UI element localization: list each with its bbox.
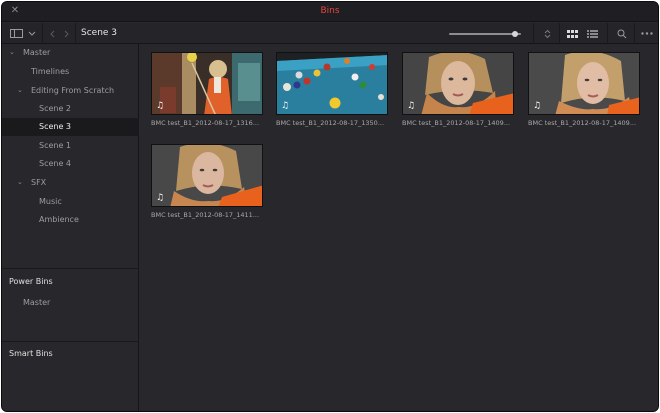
bin-master[interactable]: ⌄ Master xyxy=(2,44,139,62)
clip-thumbnail[interactable]: ♫ BMC test_B1_2012-08-17_1411... xyxy=(151,144,263,224)
clip-name: BMC test_B1_2012-08-17_1350... xyxy=(276,119,385,127)
thumbnail-view-icon[interactable] xyxy=(565,23,579,44)
forward-arrow-icon[interactable] xyxy=(60,23,72,44)
bin-label: Scene 3 xyxy=(39,122,72,131)
clip-thumbnail[interactable]: ♫ BMC test_B1_2012-08-17_1316... xyxy=(151,52,263,132)
audio-icon: ♫ xyxy=(156,101,165,111)
bin-scene-4[interactable]: Scene 4 xyxy=(2,155,139,173)
audio-icon: ♫ xyxy=(281,101,290,111)
chevron-down-icon[interactable]: ⌄ xyxy=(17,86,25,94)
clip-preview: ♫ xyxy=(151,52,263,115)
bin-label: Editing From Scratch xyxy=(31,86,115,95)
bin-label: Timelines xyxy=(31,67,70,76)
bin-label: Ambience xyxy=(39,215,79,224)
clip-name: BMC test_B1_2012-08-17_1411... xyxy=(151,211,260,219)
back-arrow-icon[interactable] xyxy=(46,23,58,44)
bins-window: ✕ Bins Scene 3 ⌄ Master Timelines ⌄ Edit… xyxy=(1,1,659,412)
chevron-down-icon[interactable] xyxy=(26,23,38,44)
window-title: Bins xyxy=(320,6,340,16)
clip-image xyxy=(152,145,262,206)
bin-music[interactable]: Music xyxy=(2,193,139,211)
sidebar-toggle-icon[interactable] xyxy=(8,23,24,44)
bin-label: Music xyxy=(39,197,62,206)
bin-scene-3[interactable]: Scene 3 xyxy=(2,118,139,136)
clip-image xyxy=(152,53,262,114)
bin-ambience[interactable]: Ambience xyxy=(2,211,139,229)
power-bin-master[interactable]: Master xyxy=(2,294,139,312)
bin-timelines[interactable]: Timelines xyxy=(2,63,139,81)
bin-label: Scene 2 xyxy=(39,104,72,113)
bin-label: Master xyxy=(23,298,51,307)
clip-name: BMC test_B1_2012-08-17_1409... xyxy=(528,119,637,127)
bin-label: Scene 4 xyxy=(39,159,72,168)
clip-thumbnail[interactable]: ♫ BMC test_B1_2012-08-17_1409... xyxy=(402,52,514,132)
power-bins-heading: Power Bins xyxy=(9,277,53,286)
toolbar: Scene 3 xyxy=(2,23,658,44)
zoom-slider[interactable] xyxy=(449,31,521,37)
bin-label: Master xyxy=(23,48,51,57)
bin-label: SFX xyxy=(31,178,47,187)
clip-preview: ♫ xyxy=(276,52,388,115)
smart-bins-heading: Smart Bins xyxy=(9,349,53,358)
search-icon[interactable] xyxy=(615,23,629,44)
clip-image xyxy=(403,53,513,114)
sort-icon[interactable] xyxy=(540,23,554,44)
bin-scene-1[interactable]: Scene 1 xyxy=(2,137,139,155)
bin-sidebar: ⌄ Master Timelines ⌄ Editing From Scratc… xyxy=(2,44,139,411)
bin-sfx[interactable]: ⌄ SFX xyxy=(2,174,139,192)
audio-icon: ♫ xyxy=(156,193,165,203)
section-divider xyxy=(2,268,139,269)
bin-label: Scene 1 xyxy=(39,141,72,150)
clip-preview: ♫ xyxy=(528,52,640,115)
zoom-slider-handle[interactable] xyxy=(512,31,518,37)
audio-icon: ♫ xyxy=(533,101,542,111)
chevron-down-icon[interactable]: ⌄ xyxy=(17,178,25,186)
clip-thumbnail[interactable]: ♫ BMC test_B1_2012-08-17_1409... xyxy=(528,52,640,132)
bin-editing-from-scratch[interactable]: ⌄ Editing From Scratch xyxy=(2,82,139,100)
clip-thumbnail[interactable]: ♫ BMC test_B1_2012-08-17_1350... xyxy=(276,52,388,132)
bin-scene-2[interactable]: Scene 2 xyxy=(2,100,139,118)
audio-icon: ♫ xyxy=(407,101,416,111)
clip-image xyxy=(277,53,387,114)
chevron-down-icon[interactable]: ⌄ xyxy=(9,48,17,56)
breadcrumb: Scene 3 xyxy=(81,28,118,38)
clip-name: BMC test_B1_2012-08-17_1316... xyxy=(151,119,260,127)
section-divider xyxy=(2,341,139,342)
clip-name: BMC test_B1_2012-08-17_1409... xyxy=(402,119,511,127)
clip-preview: ♫ xyxy=(151,144,263,207)
title-bar: ✕ Bins xyxy=(2,2,658,22)
more-icon[interactable] xyxy=(638,23,656,44)
list-view-icon[interactable] xyxy=(585,23,599,44)
clip-image xyxy=(529,53,639,114)
clip-preview: ♫ xyxy=(402,52,514,115)
clip-grid: ♫ BMC test_B1_2012-08-17_1316... ♫ BMC t… xyxy=(140,44,658,411)
